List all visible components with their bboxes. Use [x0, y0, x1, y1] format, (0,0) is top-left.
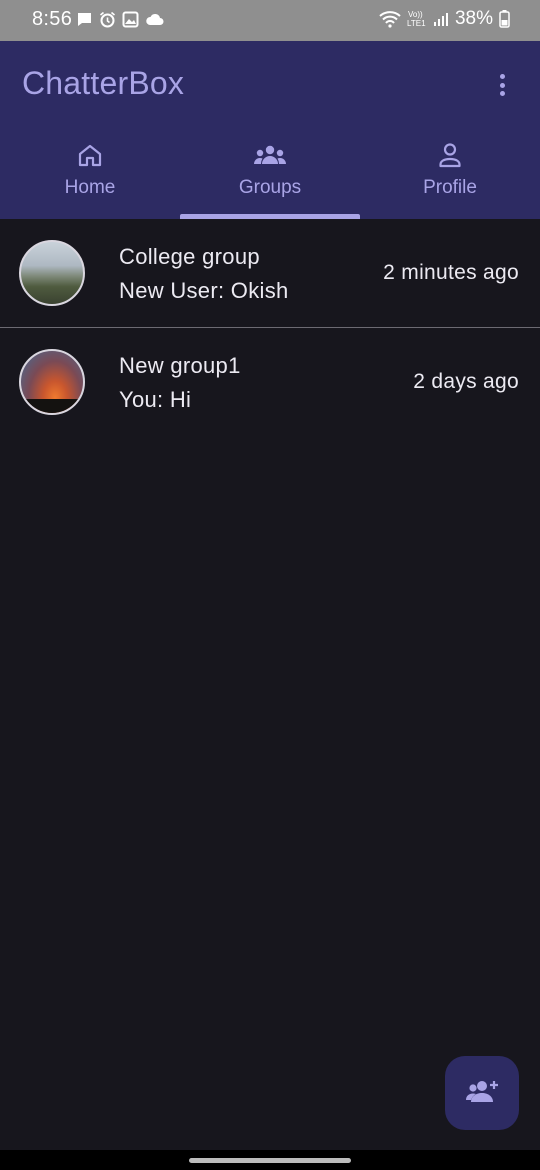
battery-icon	[499, 10, 510, 28]
status-bar: 8:56 Vo)) LTE1 38%	[0, 0, 540, 41]
tab-home-label: Home	[64, 177, 116, 198]
status-time: 8:56	[32, 8, 73, 30]
groups-icon	[253, 141, 287, 169]
group-list-item[interactable]: New group1 You: Hi 2 days ago	[0, 328, 540, 437]
group-add-icon	[465, 1078, 499, 1109]
tab-home[interactable]: Home	[0, 131, 180, 219]
status-right-icons: Vo)) LTE1 38%	[379, 8, 510, 30]
cloud-icon	[145, 12, 164, 32]
message-icon	[76, 11, 93, 33]
tab-groups[interactable]: Groups	[180, 131, 360, 219]
app-title: ChatterBox	[22, 65, 185, 101]
home-icon	[77, 141, 103, 169]
gallery-icon	[122, 11, 139, 33]
home-gesture-handle[interactable]	[189, 1158, 351, 1163]
group-timestamp: 2 days ago	[413, 370, 519, 393]
system-navigation-bar	[0, 1150, 540, 1170]
tab-bar: Home Groups Profile	[0, 131, 540, 219]
group-timestamp: 2 minutes ago	[383, 261, 519, 284]
group-name: New group1	[119, 353, 241, 378]
group-last-message: You: Hi	[119, 387, 192, 412]
app-bar: ChatterBox Home Groups Profile	[0, 41, 540, 219]
tab-profile[interactable]: Profile	[360, 131, 540, 219]
group-avatar	[19, 240, 85, 306]
new-group-button[interactable]	[445, 1056, 519, 1130]
group-list-item[interactable]: College group New User: Okish 2 minutes …	[0, 219, 540, 328]
group-last-message: New User: Okish	[119, 278, 289, 303]
status-notification-icons	[76, 11, 164, 33]
volte-icon: Vo)) LTE1	[407, 9, 427, 29]
wifi-icon	[379, 10, 401, 28]
person-icon	[438, 141, 462, 169]
group-avatar	[19, 349, 85, 415]
alarm-icon	[99, 11, 116, 33]
tab-profile-label: Profile	[423, 177, 477, 198]
battery-text: 38%	[454, 8, 493, 29]
svg-text:Vo)): Vo))	[408, 10, 423, 19]
group-name: College group	[119, 244, 260, 269]
tab-groups-label: Groups	[238, 177, 302, 198]
svg-text:LTE1: LTE1	[407, 19, 426, 28]
group-list: College group New User: Okish 2 minutes …	[0, 219, 540, 437]
signal-icon	[433, 11, 449, 27]
more-vert-icon[interactable]	[492, 72, 512, 98]
